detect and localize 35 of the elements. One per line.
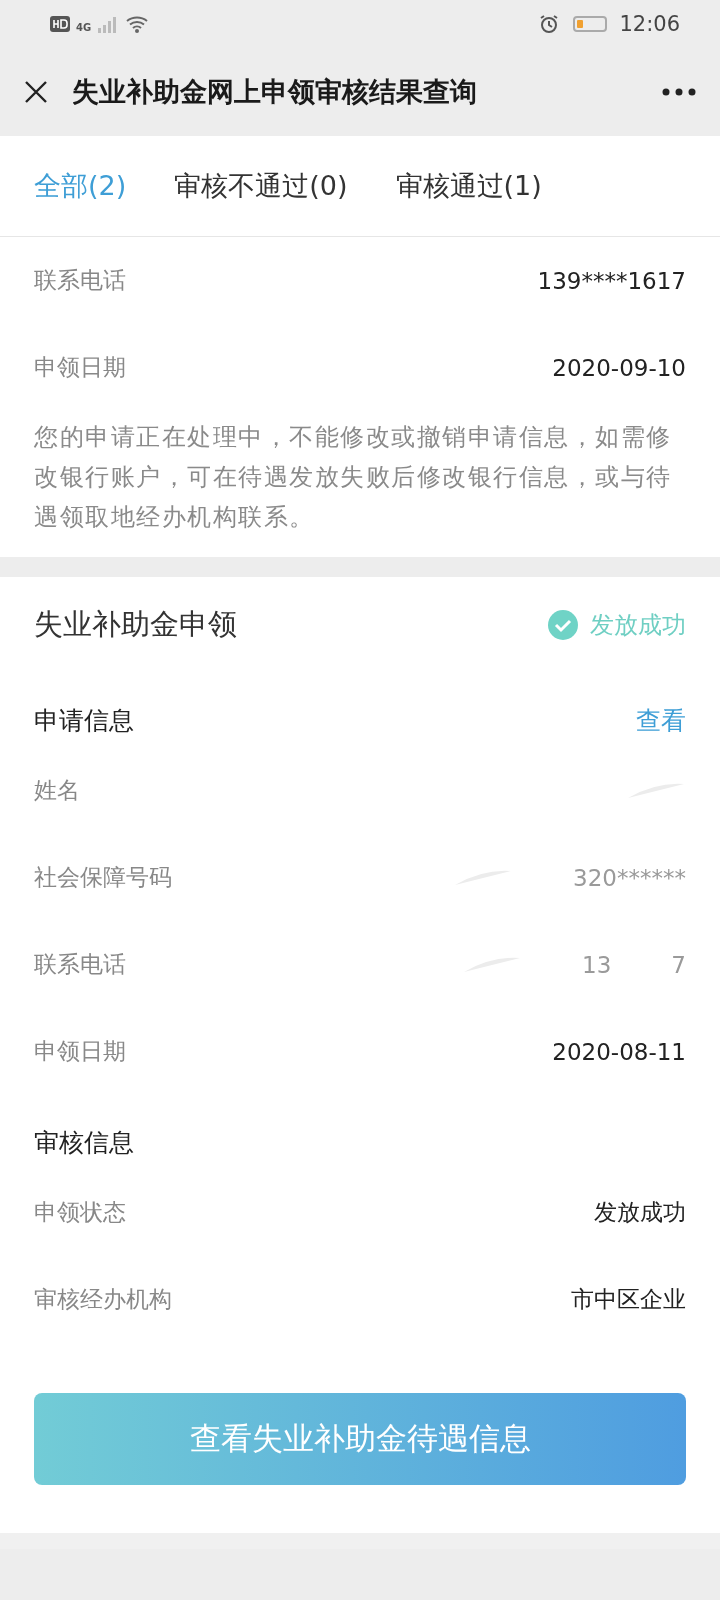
field-label: 联系电话 bbox=[34, 266, 126, 295]
field-value: 发放成功 bbox=[594, 1198, 686, 1227]
battery-icon bbox=[573, 16, 608, 32]
field-label: 申领状态 bbox=[34, 1198, 126, 1227]
section-title: 审核信息 bbox=[34, 1126, 134, 1159]
check-icon bbox=[548, 610, 578, 640]
field-value: 市中区企业 bbox=[571, 1285, 686, 1314]
hd-icon bbox=[50, 16, 70, 32]
field-value: 139****1617 bbox=[537, 267, 686, 294]
filter-tab[interactable]: 全部(2) bbox=[34, 168, 127, 204]
field-label: 姓名 bbox=[34, 776, 80, 805]
alarm-icon bbox=[539, 14, 560, 34]
benefit-info-button[interactable]: 查看失业补助金待遇信息 bbox=[34, 1393, 686, 1485]
section-title: 申请信息 bbox=[34, 704, 134, 737]
network-type: 4G bbox=[76, 22, 92, 33]
notice-text: 您的申请正在处理中，不能修改或撤销申请信息，如需修改银行账户，可在待遇发放失败后修改银行信息，或与待遇领取地经办机构联系。 bbox=[34, 422, 673, 533]
status-text: 发放成功 bbox=[590, 610, 686, 641]
field-label: 申领日期 bbox=[34, 353, 126, 382]
page-title: 失业补助金网上申领审核结果查询 bbox=[72, 75, 478, 109]
field-value: 2020-09-10 bbox=[552, 354, 686, 381]
field-value: 7 bbox=[671, 951, 686, 978]
clock-time: 12:06 bbox=[619, 12, 680, 36]
filter-tab[interactable]: 审核不通过(0) bbox=[174, 168, 348, 204]
field-value: 320****** bbox=[573, 864, 686, 891]
card-title: 失业补助金申领 bbox=[34, 606, 237, 643]
field-value: 2020-08-11 bbox=[552, 1038, 686, 1065]
field-label: 审核经办机构 bbox=[34, 1285, 172, 1314]
field-label: 申领日期 bbox=[34, 1037, 126, 1066]
filter-tab[interactable]: 审核通过(1) bbox=[395, 168, 542, 204]
field-label: 联系电话 bbox=[34, 950, 126, 979]
more-icon[interactable] bbox=[662, 88, 696, 96]
field-value: 13 bbox=[582, 951, 612, 978]
field-label: 社会保障号码 bbox=[34, 863, 172, 892]
close-icon[interactable] bbox=[24, 80, 48, 104]
view-link[interactable]: 查看 bbox=[636, 703, 686, 737]
